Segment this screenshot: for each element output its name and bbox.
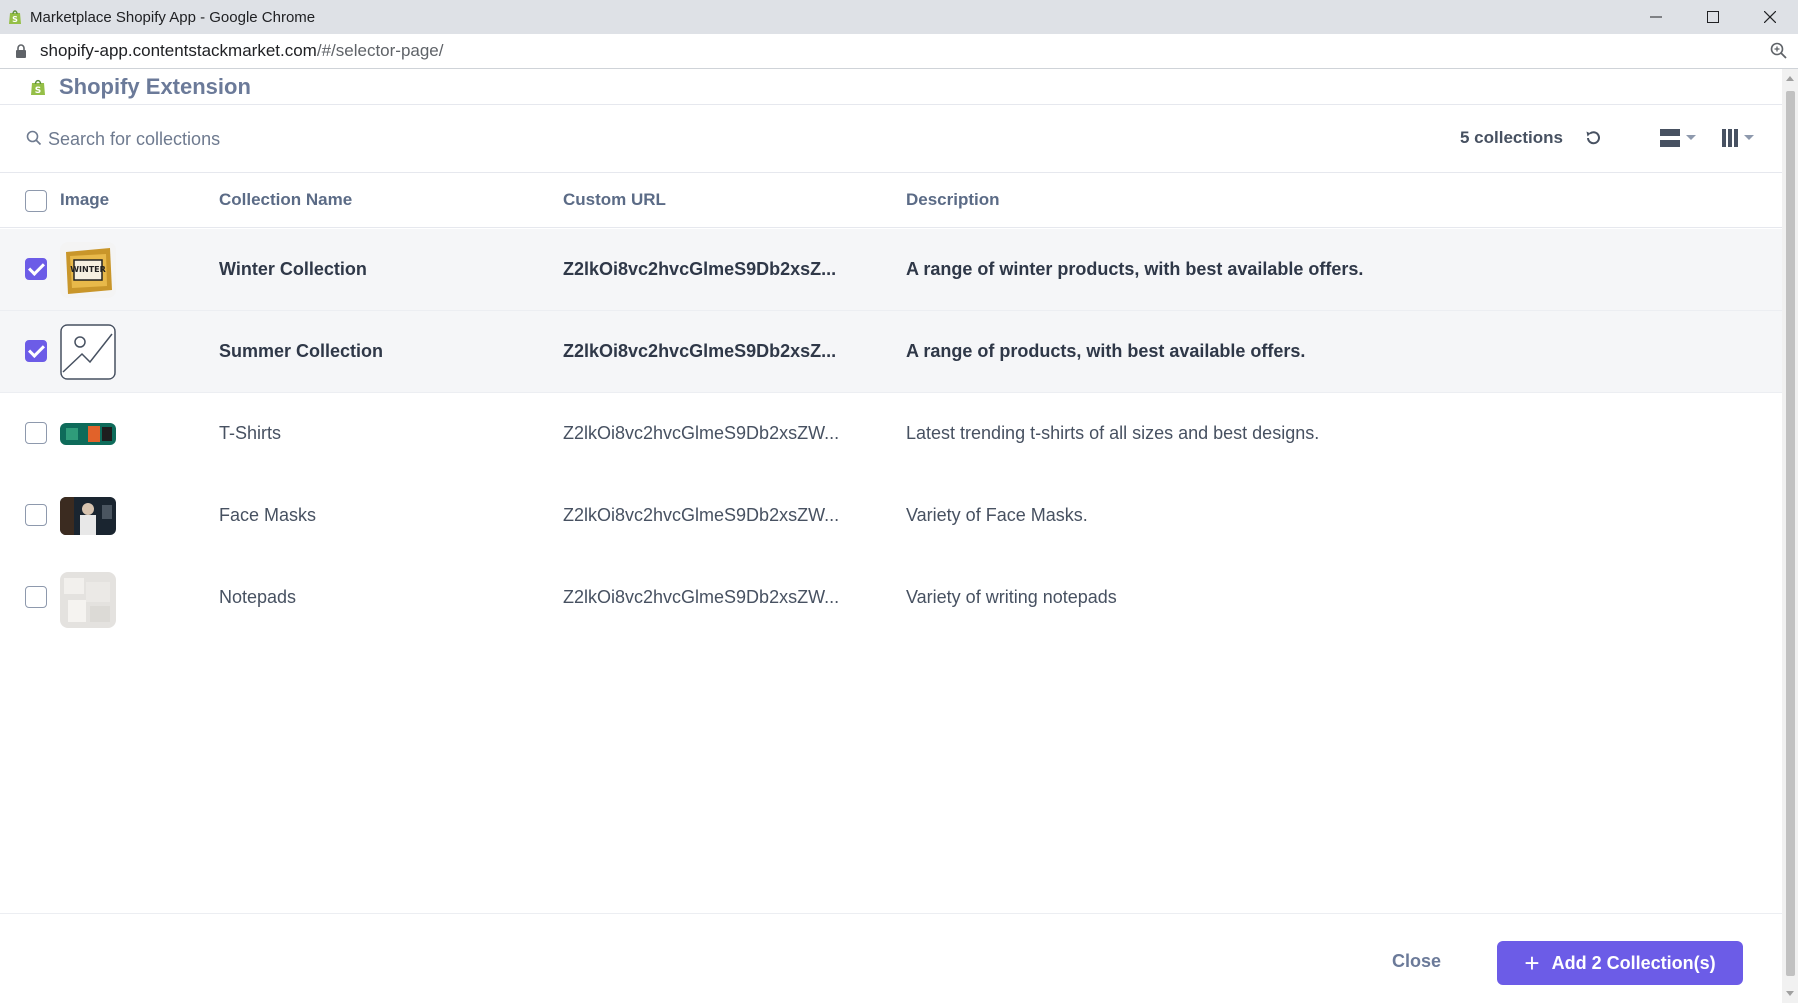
add-collections-button[interactable]: + Add 2 Collection(s) [1497, 941, 1743, 985]
lock-icon [16, 44, 26, 58]
maximize-icon [1706, 11, 1719, 23]
close-icon [1763, 11, 1776, 23]
maximize-button[interactable] [1684, 0, 1741, 34]
collection-name: T-Shirts [219, 423, 282, 443]
description: Latest trending t-shirts of all sizes an… [906, 423, 1320, 443]
custom-url: Z2lkOi8vc2hvcGlmeS9Db2xsZW... [563, 587, 840, 607]
collection-name: Summer Collection [219, 341, 384, 361]
select-all-checkbox[interactable] [25, 190, 47, 212]
collections-count: 5 collections [1460, 128, 1563, 147]
add-collections-label: Add 2 Collection(s) [1551, 952, 1716, 973]
table-row[interactable]: T-Shirts Z2lkOi8vc2hvcGlmeS9Db2xsZW... L… [0, 393, 1782, 475]
collection-image [60, 423, 116, 445]
row-checkbox[interactable] [25, 586, 47, 608]
footer: Close + Add 2 Collection(s) [0, 913, 1782, 1003]
collection-name: Face Masks [219, 505, 317, 525]
custom-url: Z2lkOi8vc2hvcGlmeS9Db2xsZ... [563, 259, 837, 279]
address-bar[interactable]: shopify-app.contentstackmarket.com/#/sel… [0, 34, 1798, 69]
search-input[interactable] [48, 124, 548, 154]
row-checkbox[interactable] [25, 340, 47, 362]
url-path: /#/selector-page/ [316, 41, 444, 60]
row-density-button[interactable] [1660, 127, 1697, 149]
collection-image: WINTER [60, 242, 116, 298]
custom-url: Z2lkOi8vc2hvcGlmeS9Db2xsZW... [563, 505, 840, 525]
scrollbar-thumb[interactable] [1786, 91, 1795, 976]
refresh-icon[interactable] [1584, 129, 1602, 147]
collection-name: Notepads [219, 587, 297, 607]
search-icon [26, 130, 42, 146]
row-checkbox[interactable] [25, 258, 47, 280]
description: Variety of Face Masks. [906, 505, 1088, 525]
chevron-down-icon [1686, 135, 1696, 140]
svg-text:S: S [12, 15, 18, 24]
close-button[interactable]: Close [1392, 951, 1441, 972]
image-placeholder-icon [60, 324, 116, 380]
table-row[interactable]: Face Masks Z2lkOi8vc2hvcGlmeS9Db2xsZW...… [0, 475, 1782, 557]
collection-image [60, 572, 116, 628]
table-row[interactable]: Summer Collection Z2lkOi8vc2hvcGlmeS9Db2… [0, 311, 1782, 393]
header-custom-url[interactable]: Custom URL [563, 190, 666, 210]
column-selector-button[interactable] [1722, 127, 1755, 149]
table-row[interactable]: WINTER Winter Collection Z2lkOi8vc2hvcGl… [0, 229, 1782, 311]
close-window-button[interactable] [1741, 0, 1798, 34]
face-masks-thumbnail-icon [60, 497, 116, 535]
custom-url: Z2lkOi8vc2hvcGlmeS9Db2xsZW... [563, 423, 840, 443]
scroll-down-icon[interactable] [1782, 987, 1798, 1001]
description: Variety of writing notepads [906, 587, 1117, 607]
custom-url: Z2lkOi8vc2hvcGlmeS9Db2xsZ... [563, 341, 837, 361]
row-checkbox[interactable] [25, 422, 47, 444]
url-text: shopify-app.contentstackmarket.com/#/sel… [40, 41, 444, 61]
minimize-icon [1649, 16, 1662, 18]
description: A range of winter products, with best av… [906, 259, 1364, 279]
app-header: S Shopify Extension [0, 69, 1782, 105]
columns-icon [1722, 129, 1738, 147]
toolbar: 5 collections [0, 105, 1782, 173]
svg-text:S: S [35, 86, 41, 96]
browser-titlebar: S Marketplace Shopify App - Google Chrom… [0, 0, 1798, 34]
row-checkbox[interactable] [25, 504, 47, 526]
header-collection-name[interactable]: Collection Name [219, 190, 352, 210]
header-image[interactable]: Image [60, 190, 109, 210]
header-description[interactable]: Description [906, 190, 1000, 210]
chevron-down-icon [1744, 135, 1754, 140]
collection-image [60, 324, 116, 380]
collection-image [60, 497, 116, 535]
zoom-icon[interactable] [1770, 42, 1788, 60]
plus-icon: + [1524, 948, 1540, 978]
window-title: Marketplace Shopify App - Google Chrome [30, 8, 316, 26]
winter-thumbnail-icon: WINTER [60, 242, 116, 298]
window-controls [1627, 0, 1798, 34]
url-host: shopify-app.contentstackmarket.com [40, 41, 317, 60]
shopify-bag-icon: S [9, 10, 21, 24]
tshirts-thumbnail-icon [60, 423, 116, 445]
table-header: Image Collection Name Custom URL Descrip… [0, 173, 1782, 228]
table-row[interactable]: Notepads Z2lkOi8vc2hvcGlmeS9Db2xsZW... V… [0, 557, 1782, 639]
description: A range of products, with best available… [906, 341, 1306, 361]
scroll-up-icon[interactable] [1782, 71, 1798, 85]
vertical-scrollbar[interactable] [1782, 69, 1798, 1003]
rows-icon [1660, 129, 1680, 147]
shopify-logo-icon: S [31, 79, 45, 96]
minimize-button[interactable] [1627, 0, 1684, 34]
collection-name: Winter Collection [219, 259, 367, 279]
svg-text:WINTER: WINTER [70, 265, 106, 274]
notepads-thumbnail-icon [60, 572, 116, 628]
app-title: Shopify Extension [59, 73, 251, 99]
